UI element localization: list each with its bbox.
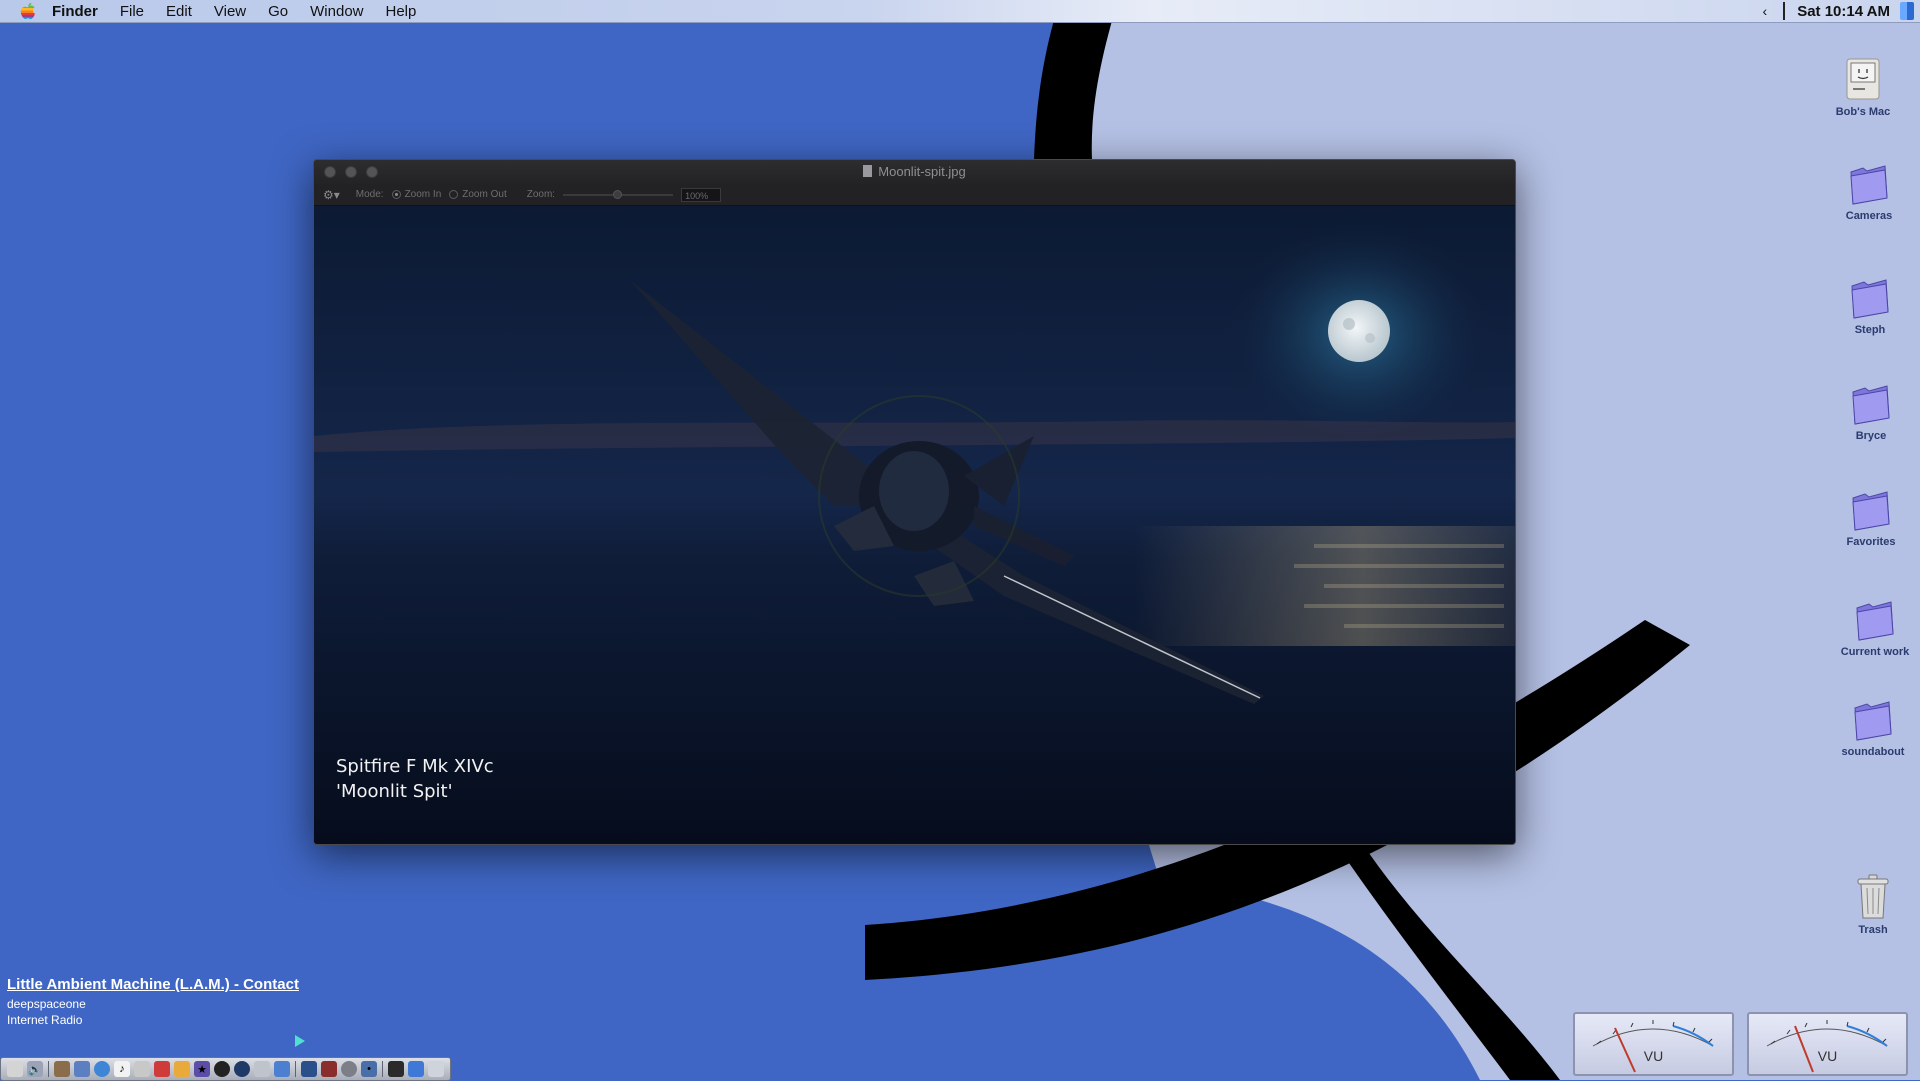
safari-dock-icon[interactable] bbox=[94, 1061, 110, 1077]
app-dock-icon[interactable] bbox=[214, 1061, 230, 1077]
star-dock-icon[interactable]: ★ bbox=[194, 1061, 210, 1077]
mode-label: Mode: bbox=[355, 189, 384, 200]
folder-icon bbox=[1854, 701, 1892, 741]
desktop-icon-bryce[interactable]: Bryce bbox=[1816, 382, 1920, 442]
window-title: Moonlit-spit.jpg bbox=[314, 164, 1515, 179]
computer-icon bbox=[1846, 58, 1880, 100]
image-caption-line-2: 'Moonlit Spit' bbox=[336, 781, 453, 802]
app-dock-icon[interactable] bbox=[321, 1061, 337, 1077]
dock-separator bbox=[382, 1061, 383, 1077]
zoom-in-label[interactable]: Zoom In bbox=[405, 189, 442, 200]
menu-help[interactable]: Help bbox=[386, 3, 417, 20]
menu-edit[interactable]: Edit bbox=[166, 3, 192, 20]
dock: 🔈 ♪ ★ • bbox=[0, 1057, 451, 1081]
folder-icon bbox=[1852, 385, 1890, 425]
desktop-icon-label: Bryce bbox=[1855, 430, 1887, 442]
menu-window[interactable]: Window bbox=[310, 3, 363, 20]
desktop-icon-soundabout[interactable]: soundabout bbox=[1818, 698, 1920, 758]
desktop-icon-label: Current work bbox=[1840, 646, 1910, 658]
dock-separator bbox=[48, 1061, 49, 1077]
vu-meter-left: VU bbox=[1573, 1012, 1734, 1076]
clock-dock-icon[interactable] bbox=[388, 1061, 404, 1077]
document-icon bbox=[863, 165, 873, 177]
desktop-icon-label: Steph bbox=[1854, 324, 1886, 336]
zoom-in-radio[interactable] bbox=[391, 190, 401, 199]
app-dock-icon[interactable] bbox=[154, 1061, 170, 1077]
dock-separator bbox=[295, 1061, 296, 1077]
zoom-label: Zoom: bbox=[526, 189, 556, 200]
app-dock-icon[interactable] bbox=[134, 1061, 150, 1077]
radio-source: Internet Radio bbox=[7, 1013, 83, 1027]
menubar-divider bbox=[1783, 2, 1786, 20]
zoom-slider[interactable] bbox=[563, 189, 674, 199]
app-dock-icon[interactable] bbox=[74, 1061, 90, 1077]
gear-icon[interactable]: ⚙▾ bbox=[323, 188, 340, 202]
app-dock-icon[interactable] bbox=[301, 1061, 317, 1077]
desktop-icon-steph[interactable]: Steph bbox=[1815, 276, 1920, 336]
speaker-dock-icon[interactable]: 🔈 bbox=[27, 1061, 43, 1077]
menu-bar: Finder File Edit View Go Window Help ‹ S… bbox=[0, 0, 1920, 23]
desktop-icon-current-work[interactable]: Current work bbox=[1820, 598, 1920, 658]
menubar-clock[interactable]: Sat 10:14 AM bbox=[1797, 3, 1890, 20]
spitfire-image: Spitfire F Mk XIVc 'Moonlit Spit' bbox=[314, 206, 1515, 844]
desktop-icon-favorites[interactable]: Favorites bbox=[1816, 488, 1920, 548]
vu-meter-right: VU bbox=[1747, 1012, 1908, 1076]
play-button[interactable] bbox=[295, 1035, 305, 1047]
menu-file[interactable]: File bbox=[120, 3, 144, 20]
zoom-value-field[interactable]: 100% bbox=[681, 187, 722, 202]
menubar-chevron-icon[interactable]: ‹ bbox=[1763, 3, 1768, 19]
desktop-icon-label: Bob's Mac bbox=[1835, 106, 1891, 118]
app-dock-icon[interactable] bbox=[408, 1061, 424, 1077]
window-title-text: Moonlit-spit.jpg bbox=[878, 164, 966, 179]
zoom-out-label[interactable]: Zoom Out bbox=[462, 189, 506, 200]
desktop-icon-label: Cameras bbox=[1845, 210, 1893, 222]
app-dock-icon[interactable] bbox=[254, 1061, 270, 1077]
desktop-icon-label: soundabout bbox=[1841, 746, 1905, 758]
folder-icon bbox=[1852, 491, 1890, 531]
station-name: deepspaceone bbox=[7, 997, 86, 1011]
vu-scale bbox=[1766, 1020, 1888, 1073]
zoom-out-radio[interactable] bbox=[449, 190, 459, 199]
zoom-slider-knob[interactable] bbox=[613, 189, 623, 199]
trash-icon bbox=[1857, 874, 1889, 919]
radio-widget: Little Ambient Machine (L.A.M.) - Contac… bbox=[7, 976, 305, 1047]
desktop-icon-cameras[interactable]: Cameras bbox=[1814, 162, 1920, 222]
preview-window: Moonlit-spit.jpg ⚙▾ Mode: Zoom In Zoom O… bbox=[313, 159, 1516, 845]
desktop-icon-bobs-mac[interactable]: Bob's Mac bbox=[1808, 58, 1918, 118]
apple-menu-icon[interactable] bbox=[18, 1, 38, 21]
itunes-dock-icon[interactable]: ♪ bbox=[114, 1061, 130, 1077]
app-dock-icon[interactable]: • bbox=[361, 1061, 377, 1077]
vu-scale bbox=[1592, 1020, 1714, 1073]
app-dock-icon[interactable] bbox=[274, 1061, 290, 1077]
image-caption-line-1: Spitfire F Mk XIVc bbox=[336, 756, 494, 777]
menu-go[interactable]: Go bbox=[268, 3, 288, 20]
finder-dock-icon[interactable] bbox=[7, 1061, 23, 1077]
vu-label: VU bbox=[1643, 1048, 1664, 1064]
app-dock-icon[interactable] bbox=[234, 1061, 250, 1077]
window-toolbar: ⚙▾ Mode: Zoom In Zoom Out Zoom: 100% bbox=[314, 184, 1515, 206]
desktop-icon-label: Trash bbox=[1858, 924, 1888, 936]
now-playing-title[interactable]: Little Ambient Machine (L.A.M.) - Contac… bbox=[7, 976, 299, 993]
window-titlebar[interactable]: Moonlit-spit.jpg bbox=[314, 160, 1515, 184]
menu-view[interactable]: View bbox=[214, 3, 246, 20]
finder-face-icon[interactable] bbox=[1900, 2, 1914, 20]
desktop-icon-trash[interactable]: Trash bbox=[1818, 874, 1920, 936]
trash-dock-icon[interactable] bbox=[428, 1061, 444, 1077]
vu-label: VU bbox=[1817, 1048, 1838, 1064]
app-dock-icon[interactable] bbox=[341, 1061, 357, 1077]
app-dock-icon[interactable] bbox=[174, 1061, 190, 1077]
menu-finder[interactable]: Finder bbox=[52, 3, 98, 20]
folder-icon bbox=[1850, 165, 1888, 205]
desktop-icon-label: Favorites bbox=[1846, 536, 1896, 548]
app-dock-icon[interactable] bbox=[54, 1061, 70, 1077]
folder-icon bbox=[1851, 279, 1889, 319]
folder-icon bbox=[1856, 601, 1894, 641]
